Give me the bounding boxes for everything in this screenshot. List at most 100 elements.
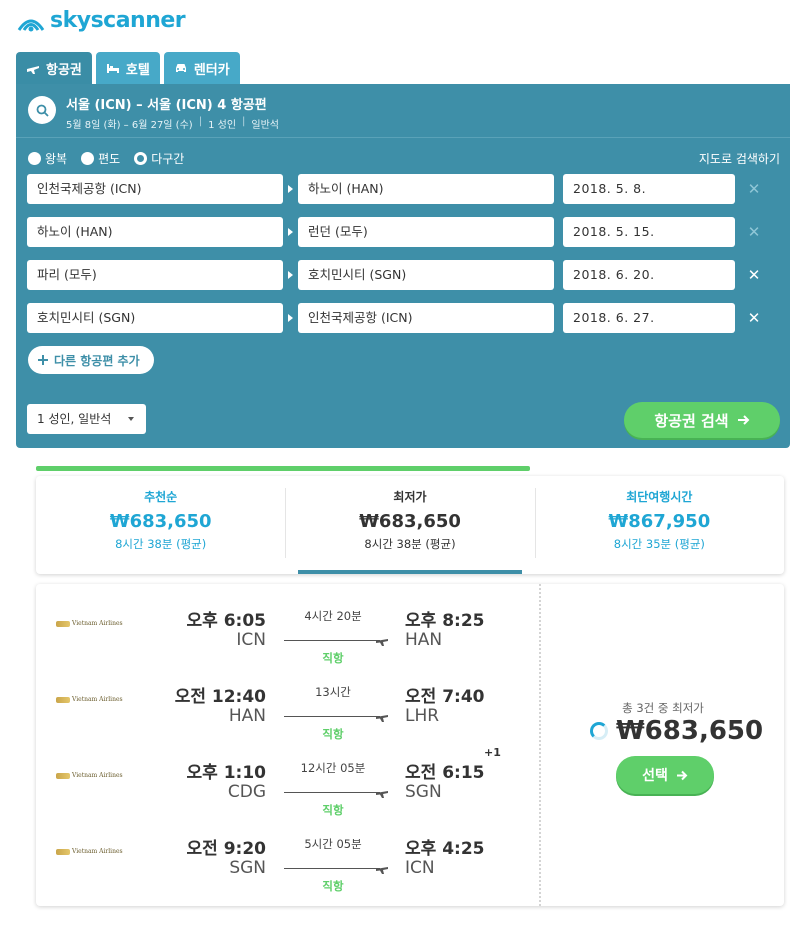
departure-airport: SGN xyxy=(229,858,266,878)
trip-type-row: 왕복 편도 다구간 지도로 검색하기 xyxy=(28,150,780,167)
summary-pax: 1 성인 xyxy=(208,120,237,131)
sort-label: 최단여행시간 xyxy=(626,490,693,504)
search-type-tabs: 항공권 호텔 렌터카 xyxy=(16,52,240,84)
remove-leg-icon[interactable]: ✕ xyxy=(747,266,761,284)
arrow-right-icon xyxy=(283,174,298,204)
sort-tab-cheapest[interactable]: 최저가 ₩683,650 8시간 38분 (평균) xyxy=(285,476,534,574)
flight-segment: Vietnam Airlines 오후 1:10 CDG 12시간 05분 직항… xyxy=(36,746,536,818)
route-line xyxy=(284,716,380,717)
chevron-down-icon xyxy=(128,417,134,421)
airline-name: Vietnam Airlines xyxy=(72,772,123,779)
flight-leg-3: 파리 (모두) 호치민시티 (SGN) 2018. 6. 20. ✕ xyxy=(27,260,787,290)
search-by-map-link[interactable]: 지도로 검색하기 xyxy=(699,150,780,167)
route-line xyxy=(284,792,380,793)
separator: | xyxy=(242,116,246,127)
summary-dates: 5월 8일 (화) – 6월 27일 (수) xyxy=(66,120,193,131)
arrival-airport: ICN xyxy=(405,858,435,878)
flight-duration: 12시간 05분 xyxy=(300,761,366,775)
search-summary-button[interactable] xyxy=(28,96,56,124)
tab-car-rental[interactable]: 렌터카 xyxy=(163,52,240,84)
radio-round-trip[interactable]: 왕복 xyxy=(28,150,67,167)
lotus-logo-icon xyxy=(56,620,70,627)
skyscanner-logo[interactable]: skyscanner xyxy=(16,8,186,33)
plane-icon xyxy=(376,867,388,874)
flight-segment: Vietnam Airlines 오후 6:05 ICN 4시간 20분 직항 … xyxy=(36,606,536,666)
radio-multi-city[interactable]: 다구간 xyxy=(134,150,184,167)
leg-to-input[interactable]: 호치민시티 (SGN) xyxy=(298,260,554,290)
departure-airport: ICN xyxy=(236,630,266,650)
tab-hotels[interactable]: 호텔 xyxy=(95,52,160,84)
radio-dot xyxy=(81,152,95,165)
remove-leg-icon[interactable]: ✕ xyxy=(747,309,761,327)
leg-from-input[interactable]: 호치민시티 (SGN) xyxy=(27,303,283,333)
leg-to-input[interactable]: 하노이 (HAN) xyxy=(298,174,554,204)
plane-icon xyxy=(376,791,388,798)
price-row: ₩683,650 xyxy=(590,716,763,746)
select-button[interactable]: 선택 xyxy=(616,756,714,794)
sort-label: 최저가 xyxy=(393,490,427,504)
radio-one-way[interactable]: 편도 xyxy=(81,150,120,167)
airline-logo: Vietnam Airlines xyxy=(56,620,123,627)
arrival-time: 오전 6:15 xyxy=(405,763,485,783)
departure-time: 오후 6:05 xyxy=(186,611,266,631)
arrival-time: 오후 8:25 xyxy=(405,611,485,631)
airline-logo: Vietnam Airlines xyxy=(56,696,123,703)
departure-airport: CDG xyxy=(227,782,266,802)
sort-price: ₩867,950 xyxy=(608,511,711,532)
plane-icon xyxy=(27,66,39,74)
plane-icon xyxy=(376,639,388,646)
flight-duration: 4시간 20분 xyxy=(304,609,362,623)
leg-date-input[interactable]: 2018. 5. 15. xyxy=(563,217,735,247)
search-flights-button[interactable]: 항공권 검색 xyxy=(624,402,780,438)
arrow-right-icon xyxy=(283,303,298,333)
price-panel: 총 3건 중 최저가 ₩683,650 선택 xyxy=(542,584,784,906)
leg-from-input[interactable]: 하노이 (HAN) xyxy=(27,217,283,247)
leg-date-input[interactable]: 2018. 6. 27. xyxy=(563,303,735,333)
price-caption: 총 3건 중 최저가 xyxy=(622,701,704,715)
radio-dot xyxy=(134,152,148,165)
result-card[interactable]: Vietnam Airlines 오후 6:05 ICN 4시간 20분 직항 … xyxy=(36,584,784,906)
loading-spinner-icon xyxy=(590,722,608,740)
departure-time: 오전 12:40 xyxy=(174,687,266,707)
radio-label: 다구간 xyxy=(151,152,185,166)
sort-tab-fastest[interactable]: 최단여행시간 ₩867,950 8시간 35분 (평균) xyxy=(534,476,784,574)
car-icon xyxy=(175,64,186,72)
airline-name: Vietnam Airlines xyxy=(72,696,123,703)
stops-label: 직항 xyxy=(322,803,344,817)
arrow-right-icon xyxy=(283,217,298,247)
search-summary[interactable]: 서울 (ICN) – 서울 (ICN) 4 항공편 5월 8일 (화) – 6월… xyxy=(16,84,790,138)
arrival-time: 오전 7:40 xyxy=(405,687,485,707)
leg-from-input[interactable]: 인천국제공항 (ICN) xyxy=(27,174,283,204)
summary-title: 서울 (ICN) – 서울 (ICN) 4 항공편 xyxy=(66,98,267,113)
sort-tab-recommended[interactable]: 추천순 ₩683,650 8시간 38분 (평균) xyxy=(36,476,285,574)
sort-duration: 8시간 38분 (평균) xyxy=(364,537,456,551)
flight-duration: 13시간 xyxy=(315,685,351,699)
sunrise-logo-icon xyxy=(17,19,45,31)
airline-logo: Vietnam Airlines xyxy=(56,848,123,855)
sort-price: ₩683,650 xyxy=(359,511,461,532)
radio-label: 편도 xyxy=(98,152,121,166)
tab-label: 호텔 xyxy=(125,62,150,78)
leg-to-input[interactable]: 런던 (모두) xyxy=(298,217,554,247)
remove-leg-icon: ✕ xyxy=(747,180,761,198)
leg-date-input[interactable]: 2018. 6. 20. xyxy=(563,260,735,290)
passengers-cabin-select[interactable]: 1 성인, 일반석 xyxy=(27,404,146,434)
lotus-logo-icon xyxy=(56,848,70,855)
leg-from-input[interactable]: 파리 (모두) xyxy=(27,260,283,290)
search-panel: 서울 (ICN) – 서울 (ICN) 4 항공편 5월 8일 (화) – 6월… xyxy=(16,84,790,448)
pax-select-value: 1 성인, 일반석 xyxy=(37,412,112,426)
tab-label: 항공권 xyxy=(46,62,82,78)
add-flight-button[interactable]: 다른 항공편 추가 xyxy=(28,346,154,374)
bed-icon xyxy=(106,64,119,73)
leg-to-input[interactable]: 인천국제공항 (ICN) xyxy=(298,303,554,333)
leg-date-input[interactable]: 2018. 5. 8. xyxy=(563,174,735,204)
route-line xyxy=(284,640,380,641)
divider xyxy=(539,584,541,906)
arrow-right-icon xyxy=(676,770,688,780)
flight-duration: 5시간 05분 xyxy=(304,837,362,851)
brand-name: skyscanner xyxy=(50,8,186,33)
sort-price: ₩683,650 xyxy=(109,511,212,532)
lotus-logo-icon xyxy=(56,772,70,779)
tab-flights[interactable]: 항공권 xyxy=(16,52,92,84)
radio-label: 왕복 xyxy=(45,152,68,166)
